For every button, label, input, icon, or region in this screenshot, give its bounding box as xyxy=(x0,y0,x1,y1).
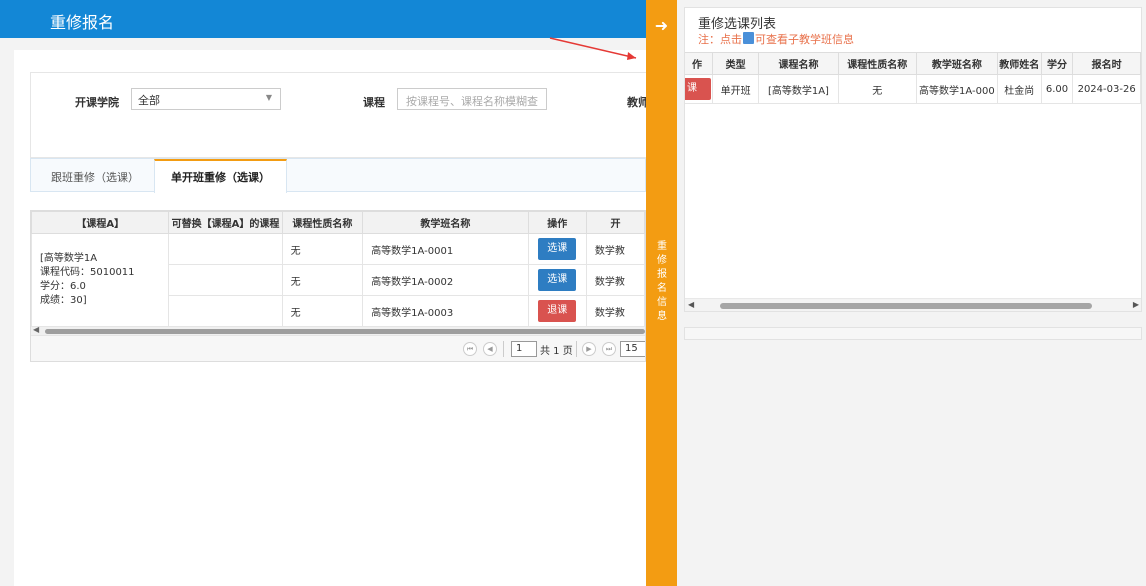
action-cell: 退课 xyxy=(527,295,587,327)
table-header-row: 【课程A】 可替换【课程A】的课程 课程性质名称 教学班名称 操作 开 xyxy=(31,211,645,234)
col-action: 作 xyxy=(685,52,713,75)
pagination: ⏮ ◀ 1 共 1 页 ▶ ⏭ 15 xyxy=(31,335,645,361)
course-grid: 【课程A】 可替换【课程A】的课程 课程性质名称 教学班名称 操作 开 [高等数… xyxy=(31,211,645,327)
col-teacher: 教师姓名 xyxy=(996,52,1042,75)
col-class-name: 教学班名称 xyxy=(362,211,529,234)
retake-list-panel: 重修选课列表 注：点击 可查看子教学班信息 作 类型 课程名称 课程性质名称 教学… xyxy=(684,7,1142,312)
col-type: 类型 xyxy=(711,52,760,75)
tab-bar: 跟班重修（选课） 单开班重修（选课） xyxy=(30,158,646,193)
table-row: [高等数学1A 课程代码：5010011 学分：6.0 成绩：30] 无 高等数… xyxy=(31,233,645,327)
action-cell: 选课 xyxy=(527,233,587,265)
course-table: 【课程A】 可替换【课程A】的课程 课程性质名称 教学班名称 操作 开 [高等数… xyxy=(30,210,646,362)
table-horizontal-scrollbar[interactable]: ◀ xyxy=(31,325,645,335)
page-number-input[interactable]: 1 xyxy=(511,341,537,357)
teacher-cell: 杜金尚 xyxy=(996,74,1042,104)
nature-cell: 无 xyxy=(281,264,364,296)
chevron-down-icon: ▼ xyxy=(265,93,272,102)
drop-course-button[interactable]: 退课 xyxy=(538,300,577,322)
pager-divider xyxy=(576,341,577,357)
sidebar-label: 重修报名信息 xyxy=(657,241,667,322)
col-nature: 课程性质名称 xyxy=(281,211,364,234)
annotation-arrow xyxy=(549,37,637,60)
nature-cell: 无 xyxy=(837,74,917,104)
extra-cell: 数学教 xyxy=(585,233,645,265)
next-page-icon[interactable]: ▶ xyxy=(582,342,596,356)
select-course-button[interactable]: 选课 xyxy=(538,238,577,260)
action-cell: 课 xyxy=(685,74,713,104)
retake-list-note: 注：点击 可查看子教学班信息 xyxy=(698,31,854,47)
college-select[interactable]: 全部 ▼ xyxy=(131,88,281,110)
course-code: 课程代码：5010011 xyxy=(40,267,135,278)
scroll-left-icon[interactable]: ◀ xyxy=(688,300,694,309)
extra-cell: 数学教 xyxy=(585,295,645,327)
college-select-value: 全部 xyxy=(138,94,160,107)
scrollbar-thumb[interactable] xyxy=(720,303,1092,309)
scroll-right-icon[interactable]: ▶ xyxy=(1133,300,1139,309)
scrollbar-thumb[interactable] xyxy=(45,329,645,334)
scroll-left-icon[interactable]: ◀ xyxy=(33,325,39,334)
note-prefix: 注：点击 xyxy=(698,33,742,46)
top-header: 重修报名 xyxy=(0,0,646,38)
course-name: [高等数学1A xyxy=(40,253,98,264)
retake-table: 作 类型 课程名称 课程性质名称 教学班名称 教师姓名 学分 报名时 课 单开班… xyxy=(685,52,1141,104)
class-cell: 高等数学1A-0002 xyxy=(362,264,529,296)
registration-info-toggle[interactable]: ➜ 重修报名信息 xyxy=(646,0,677,586)
course-search-input[interactable]: 按课程号、课程名称模糊查 xyxy=(397,88,547,110)
col-course-a: 【课程A】 xyxy=(31,211,170,234)
retake-grid: 作 类型 课程名称 课程性质名称 教学班名称 教师姓名 学分 报名时 课 单开班… xyxy=(685,52,1141,104)
col-class-name: 教学班名称 xyxy=(915,52,998,75)
class-cell: 高等数学1A-0003 xyxy=(362,295,529,327)
class-cell: 高等数学1A-0001 xyxy=(362,233,529,265)
page-title: 重修报名 xyxy=(50,13,115,32)
retake-list-title: 重修选课列表 xyxy=(698,17,777,32)
teacher-label: 教师 xyxy=(627,96,646,109)
prev-page-icon[interactable]: ◀ xyxy=(483,342,497,356)
course-score: 成绩：30] xyxy=(40,295,87,306)
college-label: 开课学院 xyxy=(75,96,119,109)
arrow-right-icon[interactable]: ➜ xyxy=(646,16,677,35)
table-row: 课 单开班 [高等数学1A] 无 高等数学1A-000 杜金尚 6.00 202… xyxy=(685,74,1141,104)
first-page-icon[interactable]: ⏮ xyxy=(463,342,477,356)
pager-divider xyxy=(503,341,504,357)
retake-horizontal-scrollbar[interactable]: ◀ ▶ xyxy=(685,298,1141,311)
replace-cell xyxy=(168,233,283,265)
type-cell: 单开班 xyxy=(711,74,760,104)
col-action: 操作 xyxy=(527,211,587,234)
col-course-name: 课程名称 xyxy=(758,52,839,75)
page-total-text: 共 1 页 xyxy=(540,346,573,357)
select-course-button[interactable]: 选课 xyxy=(538,269,577,291)
replace-cell xyxy=(168,264,283,296)
note-suffix: 可查看子教学班信息 xyxy=(755,33,854,46)
tab-follow-class[interactable]: 跟班重修（选课） xyxy=(35,159,155,192)
nature-cell: 无 xyxy=(281,233,364,265)
filter-panel xyxy=(30,72,646,158)
col-register-time: 报名时 xyxy=(1072,52,1141,75)
table-header-row: 作 类型 课程名称 课程性质名称 教学班名称 教师姓名 学分 报名时 xyxy=(685,52,1141,75)
course-name-link[interactable]: [高等数学1A] xyxy=(758,74,839,104)
class-info-icon xyxy=(743,32,754,44)
register-time-cell: 2024-03-26 xyxy=(1072,74,1141,104)
credit-cell: 6.00 xyxy=(1040,74,1074,104)
extra-cell: 数学教 xyxy=(585,264,645,296)
last-page-icon[interactable]: ⏭ xyxy=(602,342,616,356)
course-info-cell[interactable]: [高等数学1A 课程代码：5010011 学分：6.0 成绩：30] xyxy=(31,233,170,327)
page-size-select[interactable]: 15 xyxy=(620,341,645,357)
course-credit: 学分：6.0 xyxy=(40,281,86,292)
col-replace-course: 可替换【课程A】的课程 xyxy=(168,211,283,234)
tab-single-class[interactable]: 单开班重修（选课） xyxy=(154,159,287,193)
course-search-placeholder: 按课程号、课程名称模糊查 xyxy=(406,95,538,108)
nature-cell: 无 xyxy=(281,295,364,327)
drop-course-button[interactable]: 课 xyxy=(685,78,711,100)
col-open: 开 xyxy=(585,211,645,234)
class-cell: 高等数学1A-000 xyxy=(915,74,998,104)
col-credit: 学分 xyxy=(1040,52,1074,75)
action-cell: 选课 xyxy=(527,264,587,296)
retake-panel-footer xyxy=(684,327,1142,340)
course-label: 课程 xyxy=(363,96,385,109)
col-nature: 课程性质名称 xyxy=(837,52,917,75)
replace-cell xyxy=(168,295,283,327)
